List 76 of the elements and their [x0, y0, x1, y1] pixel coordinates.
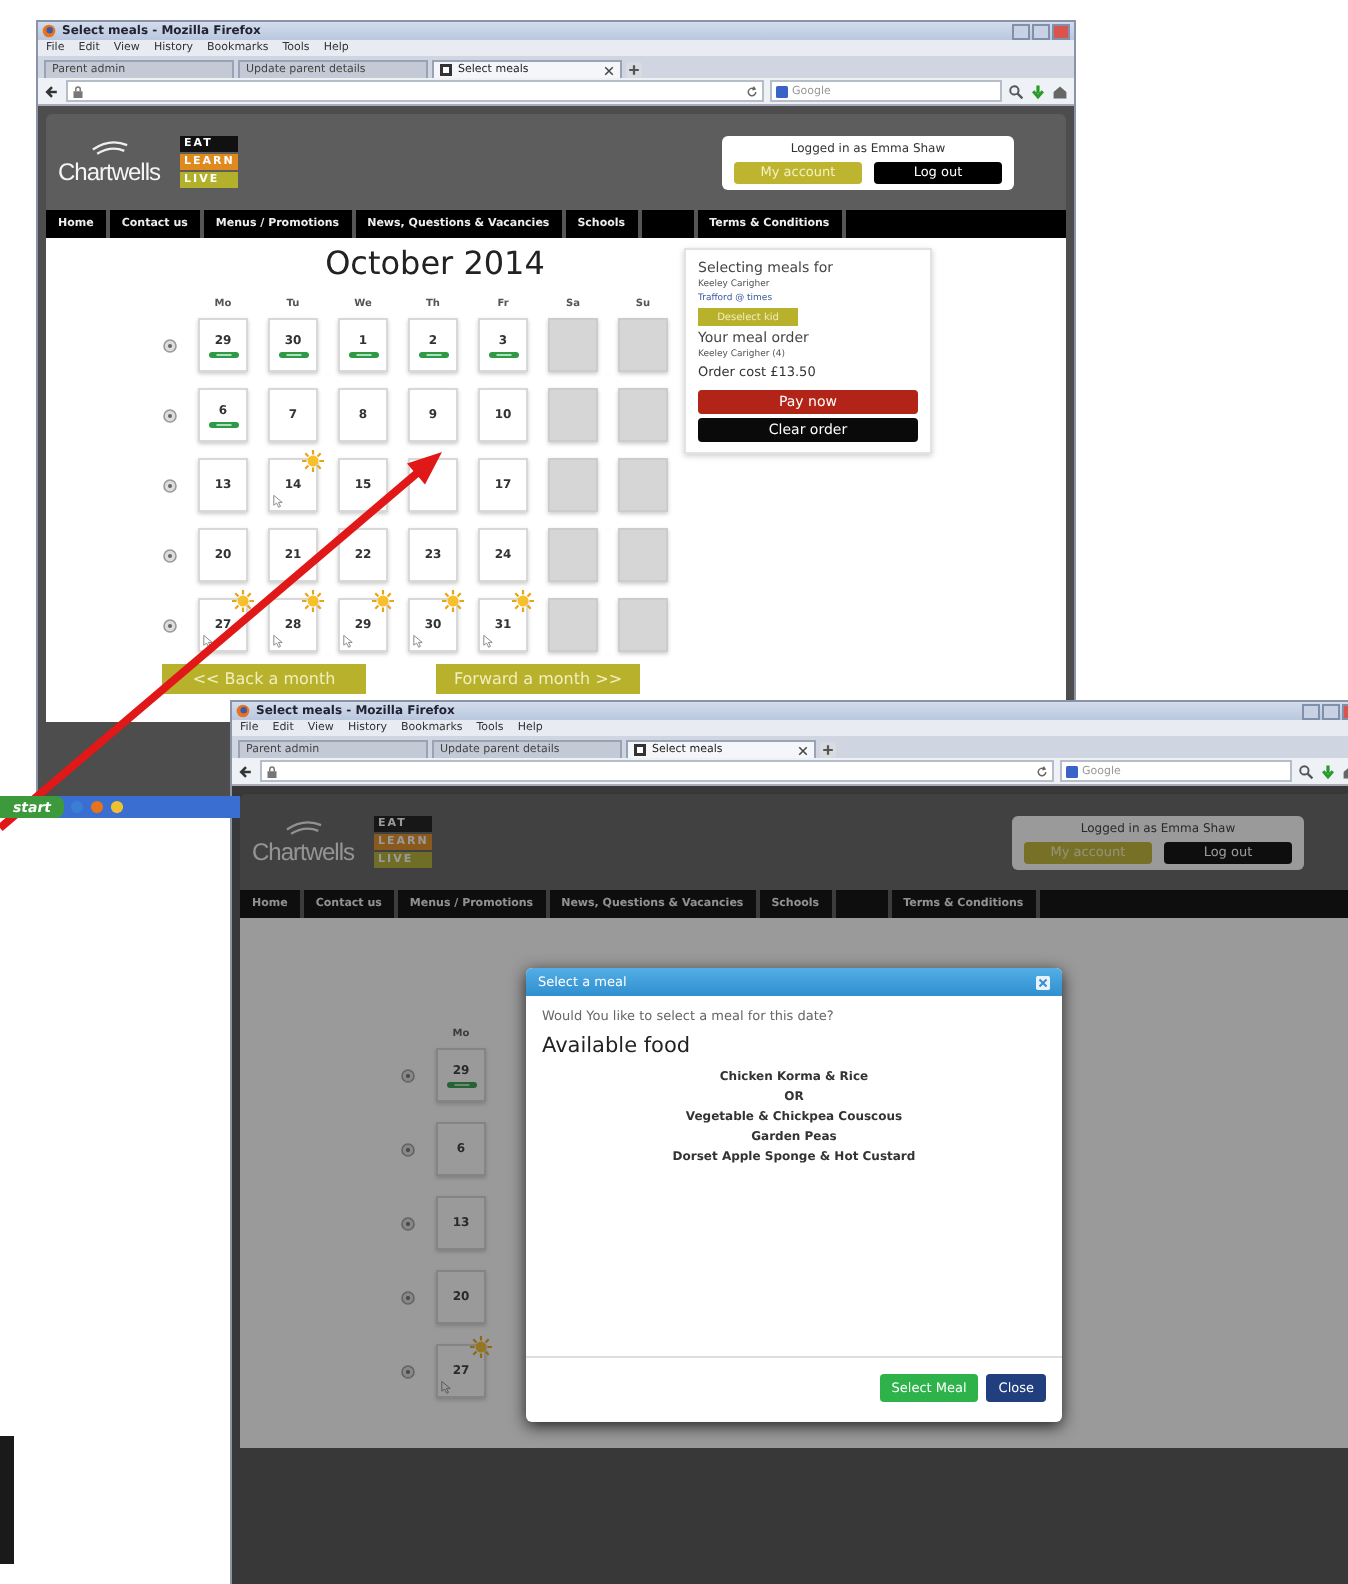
order-bar — [485, 351, 521, 357]
reload-icon[interactable] — [746, 85, 758, 97]
week-icon[interactable] — [162, 617, 178, 633]
logo-text: Chartwells — [252, 838, 355, 866]
closed-day-cell — [548, 318, 598, 372]
lock-icon — [72, 85, 84, 97]
address-field[interactable] — [66, 80, 764, 102]
sun-icon — [512, 590, 534, 612]
close-icon[interactable] — [798, 745, 808, 755]
closed-day-cell — [618, 458, 668, 512]
closed-day-cell — [618, 388, 668, 442]
closed-day-cell — [548, 458, 598, 512]
section-heading: Available food — [542, 1034, 691, 1058]
sun-icon — [372, 590, 394, 612]
pointer-icon — [272, 634, 284, 648]
month-title: October 2014 — [323, 244, 545, 282]
logo-icon — [87, 138, 131, 158]
week-icon[interactable] — [162, 407, 178, 423]
page-icon — [634, 744, 646, 756]
closed-day-cell — [548, 388, 598, 442]
closed-day-cell — [548, 528, 598, 582]
back-icon[interactable] — [238, 763, 254, 779]
closed-day-cell — [618, 598, 668, 652]
pointer-icon — [412, 634, 424, 648]
address-field[interactable] — [260, 760, 1054, 782]
order-bar — [415, 351, 451, 357]
order-bar — [205, 351, 241, 357]
minimize-button[interactable] — [1302, 703, 1320, 719]
search-icon[interactable] — [1298, 763, 1314, 779]
close-icon[interactable] — [604, 65, 614, 75]
download-icon[interactable] — [1320, 763, 1336, 779]
page-icon — [440, 64, 452, 76]
download-icon[interactable] — [1030, 83, 1046, 99]
order-bar — [443, 1081, 479, 1087]
week-icon[interactable] — [162, 547, 178, 563]
lock-icon — [266, 765, 278, 777]
pointer-icon — [342, 634, 354, 648]
new-tab-icon[interactable] — [626, 62, 642, 78]
browser-icon — [42, 24, 56, 38]
week-icon[interactable] — [400, 1363, 416, 1379]
order-bar — [275, 351, 311, 357]
pointer-icon — [440, 1380, 452, 1394]
reload-icon[interactable] — [1036, 765, 1048, 777]
sun-icon — [232, 590, 254, 612]
pointer-icon — [482, 634, 494, 648]
week-icon[interactable] — [400, 1215, 416, 1231]
pointer-icon — [202, 634, 214, 648]
close-button[interactable] — [1052, 23, 1070, 39]
sun-icon — [470, 1336, 492, 1358]
minimize-button[interactable] — [1012, 23, 1030, 39]
logo-icon — [281, 818, 325, 838]
home-icon[interactable] — [1052, 83, 1068, 99]
new-tab-icon[interactable] — [820, 742, 836, 758]
logo-text: Chartwells — [58, 158, 161, 186]
closed-day-cell — [618, 318, 668, 372]
browser-icon — [236, 704, 250, 718]
week-icon[interactable] — [400, 1141, 416, 1157]
search-icon[interactable] — [1008, 83, 1024, 99]
week-icon[interactable] — [400, 1067, 416, 1083]
sun-icon — [302, 450, 324, 472]
search-engine-icon — [776, 85, 788, 97]
week-icon[interactable] — [400, 1289, 416, 1305]
closed-day-cell — [548, 598, 598, 652]
closed-day-cell — [618, 528, 668, 582]
maximize-button[interactable] — [1032, 23, 1050, 39]
back-icon[interactable] — [44, 83, 60, 99]
sun-icon — [302, 590, 324, 612]
window-edge — [0, 1436, 14, 1564]
sun-icon — [442, 590, 464, 612]
order-bar — [205, 421, 241, 427]
week-icon[interactable] — [162, 477, 178, 493]
maximize-button[interactable] — [1322, 703, 1340, 719]
order-bar — [345, 351, 381, 357]
search-engine-icon — [1066, 765, 1078, 777]
pointer-icon — [272, 494, 284, 508]
week-icon[interactable] — [162, 337, 178, 353]
